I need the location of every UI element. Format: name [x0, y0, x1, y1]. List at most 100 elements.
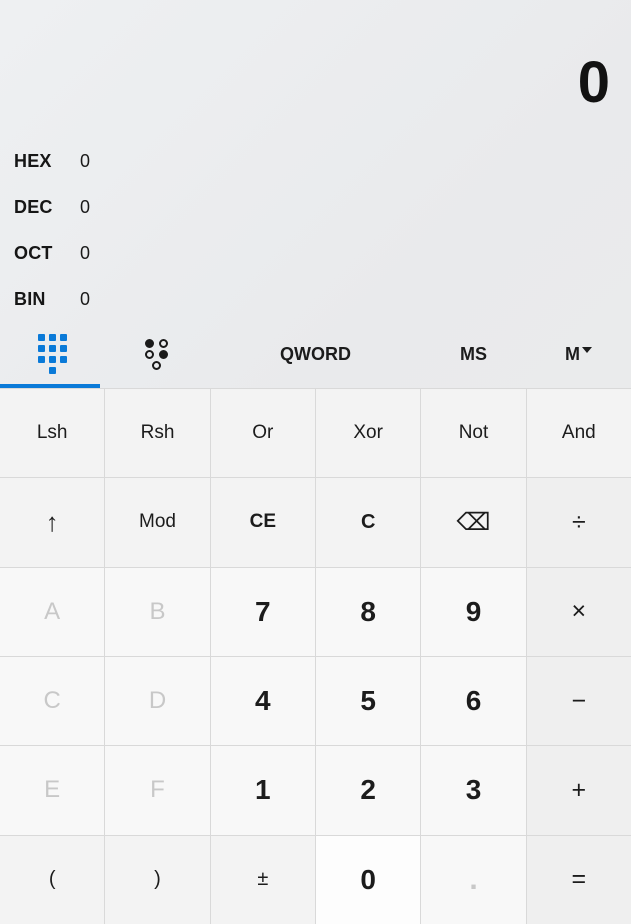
radix-display-list: HEX 0 DEC 0 OCT 0 BIN 0	[0, 138, 631, 322]
radix-label-bin: BIN	[14, 288, 46, 309]
key-shift-up-arrow[interactable]: ↑	[0, 478, 105, 567]
radix-value-oct: 0	[80, 242, 91, 263]
key-multiply[interactable]: ×	[526, 567, 631, 656]
key-label-backspace: ⌫	[456, 508, 491, 536]
key-hex-d: D	[105, 657, 210, 746]
key-label-left-shift: Lsh	[36, 422, 68, 444]
key-label-digit-6: 6	[465, 685, 482, 717]
keypad-dots-icon	[38, 334, 67, 374]
radix-row-oct[interactable]: OCT 0	[0, 230, 631, 276]
key-label-clear: C	[360, 510, 376, 533]
memory-dropdown-button[interactable]: M	[526, 320, 631, 388]
key-digit-3[interactable]: 3	[421, 746, 526, 835]
key-open-paren[interactable]: (	[0, 835, 105, 924]
key-add[interactable]: +	[526, 746, 631, 835]
key-label-digit-5: 5	[360, 685, 376, 717]
key-modulo[interactable]: Mod	[105, 478, 210, 567]
key-label-open-paren: (	[48, 868, 56, 891]
key-bitwise-and[interactable]: And	[526, 389, 631, 478]
radix-label-oct: OCT	[14, 242, 53, 263]
key-digit-5[interactable]: 5	[316, 657, 421, 746]
key-label-bitwise-and: And	[561, 422, 596, 444]
key-digit-2[interactable]: 2	[316, 746, 421, 835]
key-left-shift[interactable]: Lsh	[0, 389, 105, 478]
key-hex-b: B	[105, 567, 210, 656]
key-bitwise-not[interactable]: Not	[421, 389, 526, 478]
key-label-bitwise-xor: Xor	[353, 422, 383, 444]
key-label-digit-8: 8	[360, 595, 376, 627]
key-label-bitwise-not: Not	[458, 422, 489, 444]
key-label-modulo: Mod	[139, 511, 176, 533]
key-label-right-shift: Rsh	[140, 422, 175, 444]
memory-label: M	[565, 343, 580, 364]
key-bitwise-xor[interactable]: Xor	[316, 389, 421, 478]
key-equals[interactable]: =	[526, 835, 631, 924]
radix-value-dec: 0	[80, 196, 91, 217]
keypad-grid: Lsh Rsh Or Xor Not And ↑ Mod CE C ⌫ ÷ A B 7 8 9 × C D 4 5 6 − E F…	[0, 388, 631, 924]
key-hex-e: E	[0, 746, 105, 835]
key-label-hex-e: E	[44, 776, 61, 804]
key-label-subtract: −	[571, 686, 587, 715]
key-digit-6[interactable]: 6	[421, 657, 526, 746]
key-label-negate: ±	[257, 868, 269, 891]
memory-store-button[interactable]: MS	[421, 320, 526, 388]
tab-keypad[interactable]	[0, 320, 105, 388]
word-size-label: QWORD	[280, 343, 351, 364]
radix-row-dec[interactable]: DEC 0	[0, 184, 631, 230]
key-digit-4[interactable]: 4	[210, 657, 315, 746]
tab-bit-toggle[interactable]	[105, 320, 210, 388]
bit-toggle-icon	[144, 339, 171, 370]
key-digit-9[interactable]: 9	[421, 567, 526, 656]
word-size-selector[interactable]: QWORD	[210, 320, 421, 388]
key-label-divide: ÷	[571, 507, 586, 536]
key-label-hex-a: A	[44, 597, 61, 625]
memory-store-label: MS	[460, 343, 487, 364]
key-label-shift-up-arrow: ↑	[45, 506, 59, 537]
key-hex-c: C	[0, 657, 105, 746]
radix-value-hex: 0	[80, 150, 91, 171]
key-label-hex-c: C	[43, 687, 61, 715]
key-label-digit-4: 4	[255, 685, 271, 717]
key-negate[interactable]: ±	[210, 835, 315, 924]
key-digit-0[interactable]: 0	[316, 835, 421, 924]
key-right-shift[interactable]: Rsh	[105, 389, 210, 478]
key-label-equals: =	[571, 865, 587, 894]
main-result: 0	[577, 50, 610, 115]
key-label-clear-entry: CE	[249, 511, 277, 533]
key-label-hex-f: F	[150, 776, 165, 804]
radix-label-dec: DEC	[14, 196, 53, 217]
key-label-close-paren: )	[154, 868, 161, 891]
calculator-window: 0 HEX 0 DEC 0 OCT 0 BIN 0 QWORD MS M Lsh…	[0, 0, 631, 924]
key-label-hex-b: B	[149, 597, 166, 625]
key-label-digit-2: 2	[360, 774, 376, 806]
key-bitwise-or[interactable]: Or	[210, 389, 315, 478]
display-area: 0 HEX 0 DEC 0 OCT 0 BIN 0	[0, 0, 631, 320]
key-hex-f: F	[105, 746, 210, 835]
key-digit-8[interactable]: 8	[316, 567, 421, 656]
key-hex-a: A	[0, 567, 105, 656]
key-label-bitwise-or: Or	[252, 422, 274, 444]
tab-selected-underline	[0, 384, 100, 388]
key-clear[interactable]: C	[316, 478, 421, 567]
key-subtract[interactable]: −	[526, 657, 631, 746]
chevron-down-icon	[582, 346, 592, 353]
key-label-multiply: ×	[571, 597, 587, 626]
radix-row-bin[interactable]: BIN 0	[0, 276, 631, 322]
radix-value-bin: 0	[80, 288, 91, 309]
key-close-paren[interactable]: )	[105, 835, 210, 924]
radix-label-hex: HEX	[14, 150, 52, 171]
key-label-hex-d: D	[148, 687, 167, 715]
key-label-add: +	[571, 775, 587, 804]
key-clear-entry[interactable]: CE	[210, 478, 315, 567]
key-label-digit-9: 9	[465, 595, 482, 627]
key-divide[interactable]: ÷	[526, 478, 631, 567]
key-backspace[interactable]: ⌫	[421, 478, 526, 567]
key-label-digit-0: 0	[360, 863, 376, 895]
key-decimal-point: .	[421, 835, 526, 924]
key-label-digit-7: 7	[255, 595, 271, 627]
key-label-digit-1: 1	[255, 774, 271, 806]
key-digit-1[interactable]: 1	[210, 746, 315, 835]
key-digit-7[interactable]: 7	[210, 567, 315, 656]
radix-row-hex[interactable]: HEX 0	[0, 138, 631, 184]
option-bar: QWORD MS M	[0, 320, 631, 388]
